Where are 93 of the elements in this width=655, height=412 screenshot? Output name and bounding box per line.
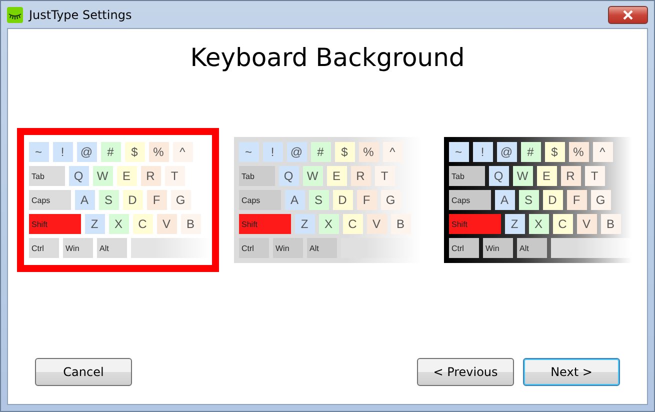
- keyboard-key: #: [100, 142, 120, 162]
- keyboard-key: @: [496, 142, 516, 162]
- keyboard-key: Shift: [28, 214, 80, 234]
- keyboard-key: !: [262, 142, 282, 162]
- keyboard-key: E: [536, 166, 556, 186]
- keyboard-key: E: [116, 166, 136, 186]
- keyboard-key: Shift: [448, 214, 500, 234]
- keyboard-key: Alt: [516, 238, 546, 258]
- keyboard-key: W: [92, 166, 112, 186]
- keyboard-key: Caps: [238, 190, 280, 210]
- keyboard-key: %: [568, 142, 588, 162]
- keyboard-key: X: [108, 214, 128, 234]
- keyboard-key: Q: [278, 166, 298, 186]
- keyboard-key: Tab: [238, 166, 274, 186]
- keyboard-key: Caps: [448, 190, 490, 210]
- keyboard-key: %: [358, 142, 378, 162]
- keyboard-key: B: [390, 214, 410, 234]
- keyboard-key: S: [518, 190, 538, 210]
- keyboard-key: Win: [62, 238, 92, 258]
- app-logo-icon: [7, 6, 23, 22]
- keyboard-key: #: [520, 142, 540, 162]
- keyboard-key: S: [98, 190, 118, 210]
- keyboard-key: !: [472, 142, 492, 162]
- keyboard-key: Q: [488, 166, 508, 186]
- keyboard-key: Tab: [28, 166, 64, 186]
- keyboard-key: G: [170, 190, 190, 210]
- page-heading: Keyboard Background: [190, 43, 465, 72]
- keyboard-key: B: [600, 214, 620, 234]
- keyboard-key: Z: [504, 214, 524, 234]
- keyboard-key: S: [308, 190, 328, 210]
- keyboard-key: W: [302, 166, 322, 186]
- keyboard-key: G: [590, 190, 610, 210]
- keyboard-key: F: [356, 190, 376, 210]
- previous-button[interactable]: < Previous: [417, 358, 514, 386]
- keyboard-key: $: [334, 142, 354, 162]
- keyboard-key: ^: [172, 142, 192, 162]
- keyboard-key: %: [148, 142, 168, 162]
- keyboard-key: D: [542, 190, 562, 210]
- keyboard-key: ^: [592, 142, 612, 162]
- keyboard-key: B: [180, 214, 200, 234]
- keyboard-key: E: [326, 166, 346, 186]
- keyboard-key: ~: [238, 142, 258, 162]
- keyboard-key: Z: [294, 214, 314, 234]
- keyboard-key: V: [156, 214, 176, 234]
- keyboard-key: F: [146, 190, 166, 210]
- keyboard-key: !: [52, 142, 72, 162]
- keyboard-key: Caps: [28, 190, 70, 210]
- keyboard-key: V: [366, 214, 386, 234]
- close-button[interactable]: [608, 6, 648, 24]
- keyboard-key: Alt: [306, 238, 336, 258]
- keyboard-key: Ctrl: [28, 238, 58, 258]
- keyboard-key: C: [132, 214, 152, 234]
- keyboard-key: R: [560, 166, 580, 186]
- keyboard-key: C: [342, 214, 362, 234]
- keyboard-key: T: [584, 166, 604, 186]
- cancel-button[interactable]: Cancel: [35, 358, 132, 386]
- keyboard-key: T: [164, 166, 184, 186]
- keyboard-preview[interactable]: ~ ! @ # $ % ^ Tab Q W E R T Caps A S D F G Shift Z X C V B Ctrl Win Alt: [16, 128, 218, 272]
- keyboard-key: A: [284, 190, 304, 210]
- next-button[interactable]: Next >: [523, 358, 620, 386]
- keyboard-key: R: [140, 166, 160, 186]
- keyboard-key: Q: [68, 166, 88, 186]
- window-title: JustType Settings: [29, 8, 132, 22]
- keyboard-key: D: [122, 190, 142, 210]
- keyboard-key: D: [332, 190, 352, 210]
- keyboard-key: Z: [84, 214, 104, 234]
- keyboard-key: W: [512, 166, 532, 186]
- keyboard-key: $: [124, 142, 144, 162]
- keyboard-key: F: [566, 190, 586, 210]
- keyboard-key: Shift: [238, 214, 290, 234]
- keyboard-key: ~: [28, 142, 48, 162]
- keyboard-key: ^: [382, 142, 402, 162]
- keyboard-key: ~: [448, 142, 468, 162]
- keyboard-key: X: [528, 214, 548, 234]
- keyboard-key: @: [286, 142, 306, 162]
- keyboard-key: @: [76, 142, 96, 162]
- keyboard-key: $: [544, 142, 564, 162]
- keyboard-key: V: [576, 214, 596, 234]
- close-icon: [622, 10, 634, 20]
- keyboard-key: R: [350, 166, 370, 186]
- keyboard-key: Win: [272, 238, 302, 258]
- keyboard-key: Alt: [96, 238, 126, 258]
- keyboard-key: T: [374, 166, 394, 186]
- keyboard-key: Tab: [448, 166, 484, 186]
- keyboard-key: A: [74, 190, 94, 210]
- keyboard-key: Ctrl: [448, 238, 478, 258]
- keyboard-key: Win: [482, 238, 512, 258]
- keyboard-key: X: [318, 214, 338, 234]
- keyboard-key: Ctrl: [238, 238, 268, 258]
- keyboard-key: #: [310, 142, 330, 162]
- keyboard-key: A: [494, 190, 514, 210]
- keyboard-key: G: [380, 190, 400, 210]
- keyboard-key: C: [552, 214, 572, 234]
